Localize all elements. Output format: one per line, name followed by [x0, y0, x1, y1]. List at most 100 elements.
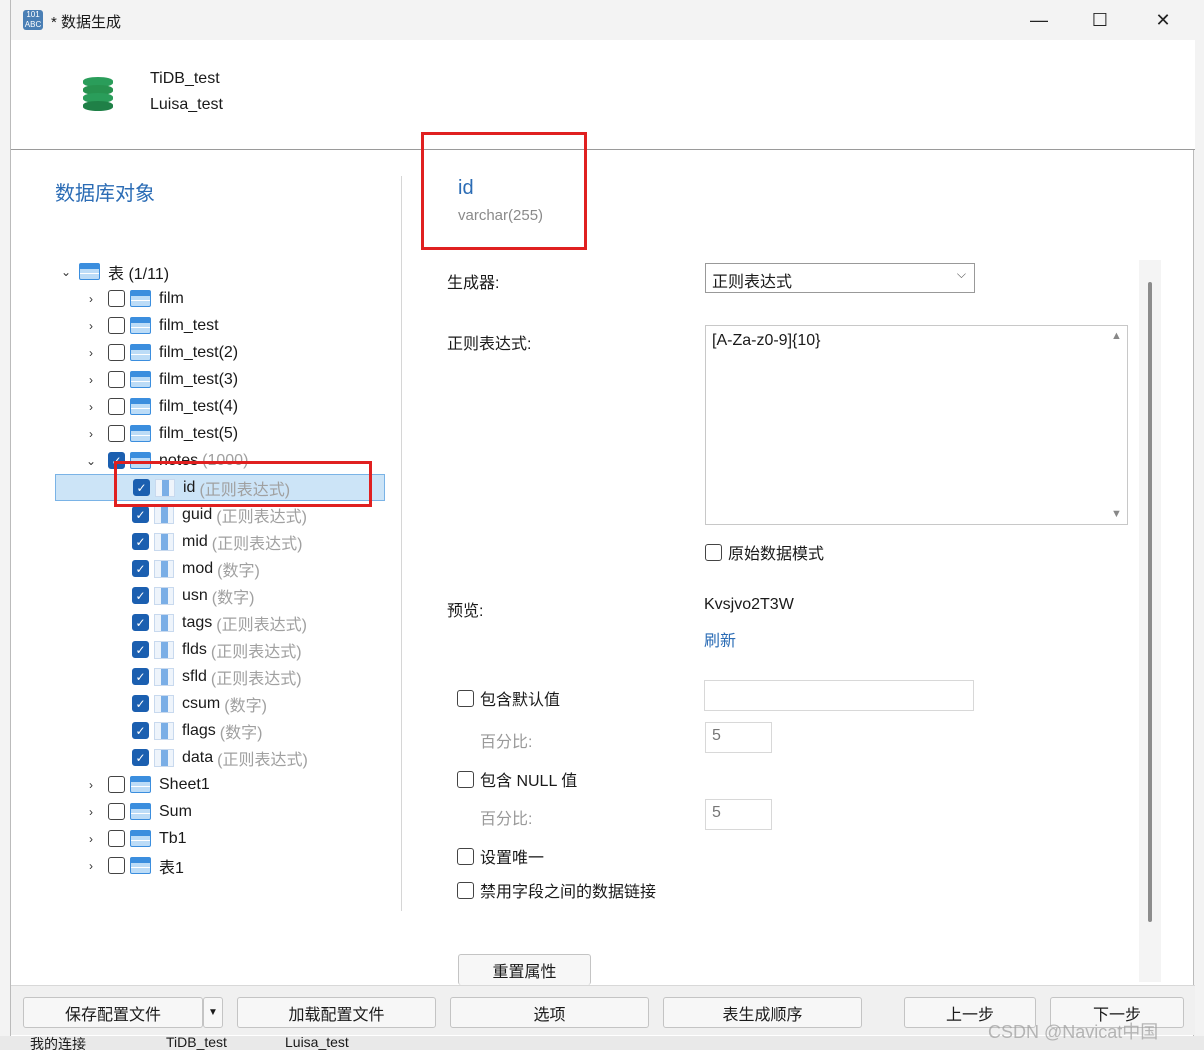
tree-checkbox[interactable] [108, 857, 125, 874]
tree-column-item[interactable]: ✓ mod (数字) [108, 555, 260, 582]
checkbox-box[interactable] [457, 689, 474, 707]
tree-table-item[interactable]: › 表1 [84, 852, 184, 879]
chevron-right-icon[interactable]: › [84, 319, 98, 333]
include-null-checkbox[interactable]: 包含 NULL 值 [457, 767, 577, 791]
tree-item-label: film_test(5) [159, 424, 239, 442]
tree-checkbox[interactable]: ✓ [132, 749, 149, 766]
scroll-up-icon[interactable]: ▲ [1111, 330, 1122, 342]
tree-item-hint: (正则表达式) [216, 616, 307, 634]
chevron-down-icon[interactable]: ⌄ [59, 265, 73, 279]
tree-checkbox[interactable]: ✓ [132, 506, 149, 523]
tree-item-label: 表 (1/11) [108, 265, 170, 283]
tree-table-item[interactable]: › film [84, 285, 184, 312]
tree-checkbox[interactable]: ✓ [132, 587, 149, 604]
chevron-right-icon[interactable]: › [84, 805, 98, 819]
save-config-button[interactable]: 保存配置文件 [23, 997, 203, 1028]
tree-checkbox[interactable] [108, 317, 125, 334]
caret-down-icon: ▼ [208, 1007, 218, 1018]
reset-properties-button[interactable]: 重置属性 [458, 954, 591, 985]
taskbar-item-connections[interactable]: 我的连接 [30, 1036, 86, 1050]
chevron-down-icon: ⌵ [956, 267, 966, 281]
default-percent-input[interactable]: 5 [705, 722, 772, 753]
tree-table-item[interactable]: › film_test(5) [84, 420, 238, 447]
tree-column-item[interactable]: ✓ sfld (正则表达式) [108, 663, 302, 690]
tree-table-item[interactable]: › film_test(3) [84, 366, 238, 393]
chevron-right-icon[interactable]: › [84, 832, 98, 846]
regex-textarea[interactable]: [A-Za-z0-9]{10} ▲ ▼ [705, 325, 1128, 525]
checkbox-box[interactable] [705, 543, 722, 561]
load-config-button[interactable]: 加载配置文件 [237, 997, 436, 1028]
chevron-right-icon[interactable]: › [84, 346, 98, 360]
tree-checkbox[interactable]: ✓ [132, 560, 149, 577]
tree-checkbox[interactable]: ✓ [132, 668, 149, 685]
tree-checkbox[interactable] [108, 803, 125, 820]
column-icon [154, 667, 174, 686]
tree-column-item[interactable]: ✓ mid (正则表达式) [108, 528, 302, 555]
scroll-down-icon[interactable]: ▼ [1111, 508, 1122, 520]
raw-mode-checkbox[interactable]: 原始数据模式 [705, 540, 824, 564]
taskbar-item-luisa[interactable]: Luisa_test [285, 1036, 349, 1050]
checkbox-box[interactable] [457, 847, 474, 865]
generator-select[interactable]: 正则表达式 ⌵ [705, 263, 975, 293]
tree-table-item[interactable]: › film_test(4) [84, 393, 238, 420]
tree-checkbox[interactable] [108, 344, 125, 361]
textarea-scrollbar[interactable]: ▲ ▼ [1107, 326, 1127, 524]
tree-table-item[interactable]: › film_test(2) [84, 339, 238, 366]
tree-column-item[interactable]: ✓ flds (正则表达式) [108, 636, 302, 663]
tree-checkbox[interactable] [108, 776, 125, 793]
checkbox-box[interactable] [457, 881, 474, 899]
options-button[interactable]: 选项 [450, 997, 649, 1028]
tree-column-item[interactable]: ✓ usn (数字) [108, 582, 254, 609]
checkbox-box[interactable] [457, 770, 474, 788]
tree-checkbox[interactable]: ✓ [132, 641, 149, 658]
database-name: Luisa_test [150, 96, 223, 113]
tree-table-item[interactable]: › Tb1 [84, 825, 187, 852]
tree-item-hint: (数字) [217, 562, 260, 580]
chevron-right-icon[interactable]: › [84, 859, 98, 873]
tree-checkbox[interactable] [108, 290, 125, 307]
tree-column-item[interactable]: ✓ tags (正则表达式) [108, 609, 307, 636]
disable-link-checkbox[interactable]: 禁用字段之间的数据链接 [457, 878, 656, 902]
chevron-right-icon[interactable]: › [84, 778, 98, 792]
tree-checkbox[interactable]: ✓ [132, 722, 149, 739]
tree-column-item[interactable]: ✓ data (正则表达式) [108, 744, 308, 771]
close-button[interactable]: ✕ [1141, 6, 1185, 34]
null-percent-input[interactable]: 5 [705, 799, 772, 830]
tree-table-item[interactable]: › Sheet1 [84, 771, 210, 798]
regex-label: 正则表达式: [447, 336, 532, 353]
properties-scrollbar[interactable] [1139, 260, 1161, 982]
tree-checkbox[interactable] [108, 830, 125, 847]
scrollbar-thumb[interactable] [1148, 282, 1152, 922]
chevron-right-icon[interactable]: › [84, 292, 98, 306]
chevron-down-icon[interactable]: ⌄ [84, 454, 98, 468]
table-icon [130, 344, 151, 361]
chevron-right-icon[interactable]: › [84, 400, 98, 414]
tree-table-item[interactable]: › film_test [84, 312, 219, 339]
default-value-input[interactable] [704, 680, 974, 711]
tree-checkbox[interactable]: ✓ [132, 695, 149, 712]
taskbar-item-tidb[interactable]: TiDB_test [166, 1036, 227, 1050]
tree-item-hint: (数字) [211, 589, 255, 607]
tree-table-item[interactable]: › Sum [84, 798, 192, 825]
save-config-dropdown-button[interactable]: ▼ [203, 997, 223, 1028]
tree-column-item[interactable]: ✓ csum (数字) [108, 690, 267, 717]
object-tree-pane: 数据库对象 ⌄ 表 (1/11) › film › film_test › film_test… [11, 150, 403, 985]
chevron-right-icon[interactable]: › [84, 427, 98, 441]
raw-mode-label: 原始数据模式 [728, 546, 825, 563]
tree-checkbox[interactable]: ✓ [132, 533, 149, 550]
chevron-right-icon[interactable]: › [84, 373, 98, 387]
tree-column-item[interactable]: ✓ flags (数字) [108, 717, 262, 744]
tree-checkbox[interactable] [108, 398, 125, 415]
include-default-checkbox[interactable]: 包含默认值 [457, 686, 560, 710]
unique-checkbox[interactable]: 设置唯一 [457, 844, 544, 868]
minimize-button[interactable]: — [1017, 6, 1061, 34]
tree-checkbox[interactable]: ✓ [132, 614, 149, 631]
tree-item-label: flds [182, 640, 207, 658]
tree-checkbox[interactable] [108, 371, 125, 388]
maximize-button[interactable]: ☐ [1078, 6, 1122, 34]
refresh-link[interactable]: 刷新 [704, 627, 736, 651]
tree-root-tables[interactable]: ⌄ 表 (1/11) [59, 258, 169, 285]
tree-checkbox[interactable] [108, 425, 125, 442]
highlight-selected-column [114, 461, 372, 507]
table-order-button[interactable]: 表生成顺序 [663, 997, 862, 1028]
